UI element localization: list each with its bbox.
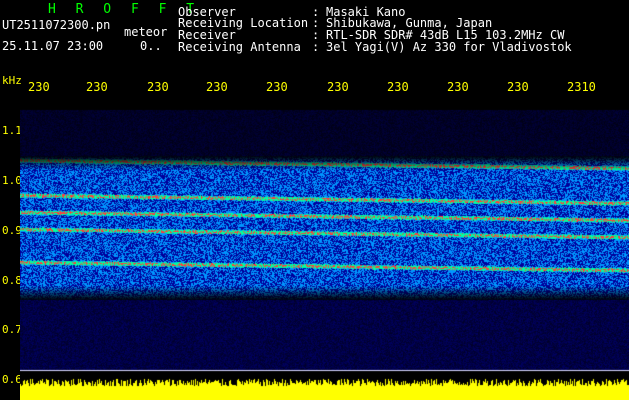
- y-tick-label: 1.1: [2, 124, 22, 137]
- y-tick-label: 0.6: [2, 373, 22, 386]
- x-tick-label: 230: [327, 80, 349, 94]
- antenna-label: Receiving Antenna: [178, 40, 301, 54]
- x-tick-label: 230: [387, 80, 409, 94]
- y-axis-unit: kHz: [2, 74, 22, 87]
- x-tick-label: 230: [266, 80, 288, 94]
- meteor-label: meteor: [124, 25, 168, 39]
- y-tick-label: 0.7: [2, 323, 22, 336]
- file-name: UT2511072300.pn: [2, 18, 111, 32]
- datetime-stamp: 25.11.07 23:00: [2, 39, 104, 53]
- y-tick-label: 1.0: [2, 174, 22, 187]
- spectrogram-canvas: [20, 96, 629, 400]
- antenna-separator: :: [312, 40, 320, 54]
- x-tick-label: 230: [507, 80, 529, 94]
- x-tick-label: 230: [28, 80, 50, 94]
- x-tick-label: 2310: [567, 80, 596, 94]
- meteor-count: 0..: [140, 39, 162, 53]
- antenna-value: 3el Yagi(V) Az 330 for Vladivostok: [326, 40, 572, 54]
- y-tick-label: 0.8: [2, 274, 22, 287]
- y-tick-label: 0.9: [2, 224, 22, 237]
- x-tick-label: 230: [86, 80, 108, 94]
- x-tick-label: 230: [147, 80, 169, 94]
- x-tick-label: 230: [447, 80, 469, 94]
- x-tick-label: 230: [206, 80, 228, 94]
